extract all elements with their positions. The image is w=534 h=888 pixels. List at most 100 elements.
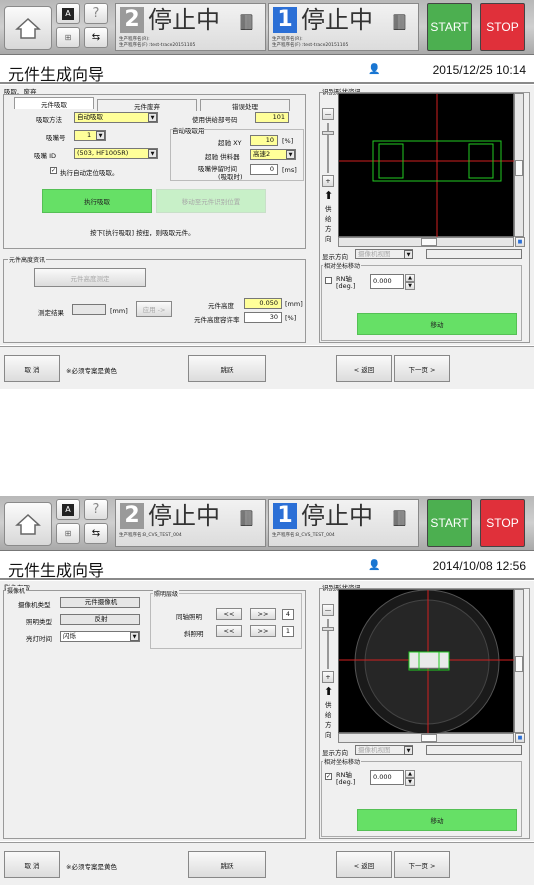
oblique-increase-button[interactable]: >> (250, 625, 276, 637)
rn-spin-up[interactable]: ▲ (405, 274, 415, 282)
status-lane-2: 2 停止中 🀫 生产程序名:B_CVS_TEST_004 (115, 499, 266, 547)
recognition-overlay (339, 589, 515, 735)
nozzle-id-select[interactable]: (503, HF1005R) (74, 148, 158, 159)
recognition-overlay (339, 94, 515, 238)
transfer-button[interactable]: ⇆ (84, 523, 108, 544)
chevron-down-icon[interactable]: ▼ (404, 746, 413, 755)
start-button[interactable]: START (427, 499, 472, 547)
light-time-select[interactable]: 闪烁 (60, 631, 140, 642)
status-lane-2: 2 停止中 🀫 生产程序名(R): 生产程序名(F) :test-trace20… (115, 3, 266, 51)
chevron-down-icon[interactable]: ▼ (130, 632, 139, 641)
chevron-down-icon[interactable]: ▼ (96, 131, 105, 140)
back-button[interactable]: < 返回 (336, 851, 392, 878)
oblique-decrease-button[interactable]: << (216, 625, 242, 637)
tab-pick[interactable]: 元件吸取 (14, 97, 94, 109)
zoom-out-button[interactable]: — (322, 604, 334, 616)
top-toolbar: A ? ⊞ ⇆ 2 停止中 🀫 生产程序名(R): 生产程序名(F) :test… (0, 0, 534, 55)
rn-input[interactable]: 0.000 (370, 770, 404, 785)
rn-spin-down[interactable]: ▼ (405, 282, 415, 290)
tab-discard[interactable]: 元件废弃 (97, 99, 197, 111)
minus-icon: — (324, 110, 332, 118)
tolerance-unit: [%] (285, 314, 297, 322)
program-name: 生产程序名:B_CVS_TEST_004 (119, 533, 182, 538)
stop-button[interactable]: STOP (480, 3, 525, 51)
tab-error[interactable]: 错误处理 (200, 99, 290, 111)
feeder-input[interactable]: 101 (255, 112, 289, 123)
home-button[interactable] (4, 502, 52, 546)
chevron-down-icon[interactable]: ▼ (148, 149, 157, 158)
camera-hscroll[interactable] (338, 733, 514, 743)
machine-button[interactable]: ⊞ (56, 27, 80, 48)
transfer-button[interactable]: ⇆ (84, 27, 108, 48)
rn-spin-up[interactable]: ▲ (405, 770, 415, 778)
back-button[interactable]: < 返回 (336, 355, 392, 382)
execute-pick-button[interactable]: 执行吸取 (42, 189, 152, 213)
stop-button[interactable]: STOP (480, 499, 525, 547)
view-fit-button[interactable]: ■ (515, 733, 525, 743)
skip-button[interactable]: 跳跃 (188, 851, 266, 878)
machine-status-icon: 🀫 (240, 12, 253, 31)
plus-icon: + (325, 673, 331, 681)
rn-spin-down[interactable]: ▼ (405, 778, 415, 786)
coax-value: 4 (282, 609, 294, 620)
measure-height-button[interactable]: 元件高度测定 (34, 268, 146, 287)
chevron-down-icon[interactable]: ▼ (404, 250, 413, 259)
camera-hscroll[interactable] (338, 237, 514, 247)
coax-label: 同轴照明 (176, 613, 202, 621)
auto-pos-checkbox[interactable]: ✓ (50, 167, 57, 174)
transfer-icon: ⇆ (91, 528, 101, 539)
zoom-in-button[interactable]: + (322, 671, 334, 683)
dwell-input[interactable]: 0 (250, 164, 278, 175)
chevron-down-icon[interactable]: ▼ (148, 113, 157, 122)
zoom-slider-handle[interactable] (322, 627, 334, 631)
part-height-input[interactable]: 0.050 (244, 298, 282, 309)
machine-button[interactable]: ⊞ (56, 523, 80, 544)
camera-group-label: 摄像机 (6, 586, 27, 595)
help-icon: ? (92, 6, 100, 21)
skip-button[interactable]: 跳跃 (188, 355, 266, 382)
rn-input[interactable]: 0.000 (370, 274, 404, 289)
supply-dir-3: 方 (325, 225, 332, 233)
camera-view[interactable] (338, 589, 515, 735)
pick-method-select[interactable]: 自动吸取 (74, 112, 158, 123)
screen-icon: A (62, 503, 74, 516)
minus-icon: — (324, 606, 332, 614)
pick-hint: 按下[执行吸取] 按纽，则吸取元件。 (90, 229, 195, 237)
nozzle-no-label: 吸嘴号 (46, 134, 66, 142)
apply-button[interactable]: 应用 -> (136, 301, 172, 317)
light-level-group (150, 593, 302, 649)
start-button[interactable]: START (427, 3, 472, 51)
help-button[interactable]: ? (84, 499, 108, 520)
screen-button[interactable]: A (56, 3, 80, 24)
zoom-slider-handle[interactable] (322, 131, 334, 135)
tolerance-input[interactable]: 30 (244, 312, 282, 323)
move-to-recognition-button[interactable]: 移动至元件识别位置 (156, 189, 266, 213)
coax-decrease-button[interactable]: << (216, 608, 242, 620)
lane-status-text: 停止中 (148, 6, 220, 34)
camera-vscroll[interactable] (514, 93, 524, 237)
coax-increase-button[interactable]: >> (250, 608, 276, 620)
help-button[interactable]: ? (84, 3, 108, 24)
cancel-button[interactable]: 取 消 (4, 851, 60, 878)
zoom-out-button[interactable]: — (322, 108, 334, 120)
supply-dir-2: 给 (325, 215, 332, 223)
zoom-in-button[interactable]: + (322, 175, 334, 187)
camera-type-field: 元件摄像机 (60, 597, 140, 608)
chevron-down-icon[interactable]: ▼ (286, 150, 295, 159)
cancel-button[interactable]: 取 消 (4, 355, 60, 382)
move-button[interactable]: 移动 (357, 809, 517, 831)
screen-button[interactable]: A (56, 499, 80, 520)
camera-view[interactable] (338, 93, 515, 238)
move-button[interactable]: 移动 (357, 313, 517, 335)
override-xy-input[interactable]: 10 (250, 135, 278, 146)
view-fit-button[interactable]: ■ (515, 237, 525, 247)
next-button[interactable]: 下一页 > (394, 355, 450, 382)
camera-vscroll[interactable] (514, 589, 524, 733)
height-group-label: 元件高度资讯 (8, 255, 47, 264)
camera-type-label: 摄像机类型 (18, 601, 51, 609)
rn-checkbox[interactable]: ✓ (325, 773, 332, 780)
relative-move-label: 相对坐标移动 (323, 261, 362, 270)
home-button[interactable] (4, 6, 52, 50)
rn-checkbox[interactable] (325, 277, 332, 284)
next-button[interactable]: 下一页 > (394, 851, 450, 878)
